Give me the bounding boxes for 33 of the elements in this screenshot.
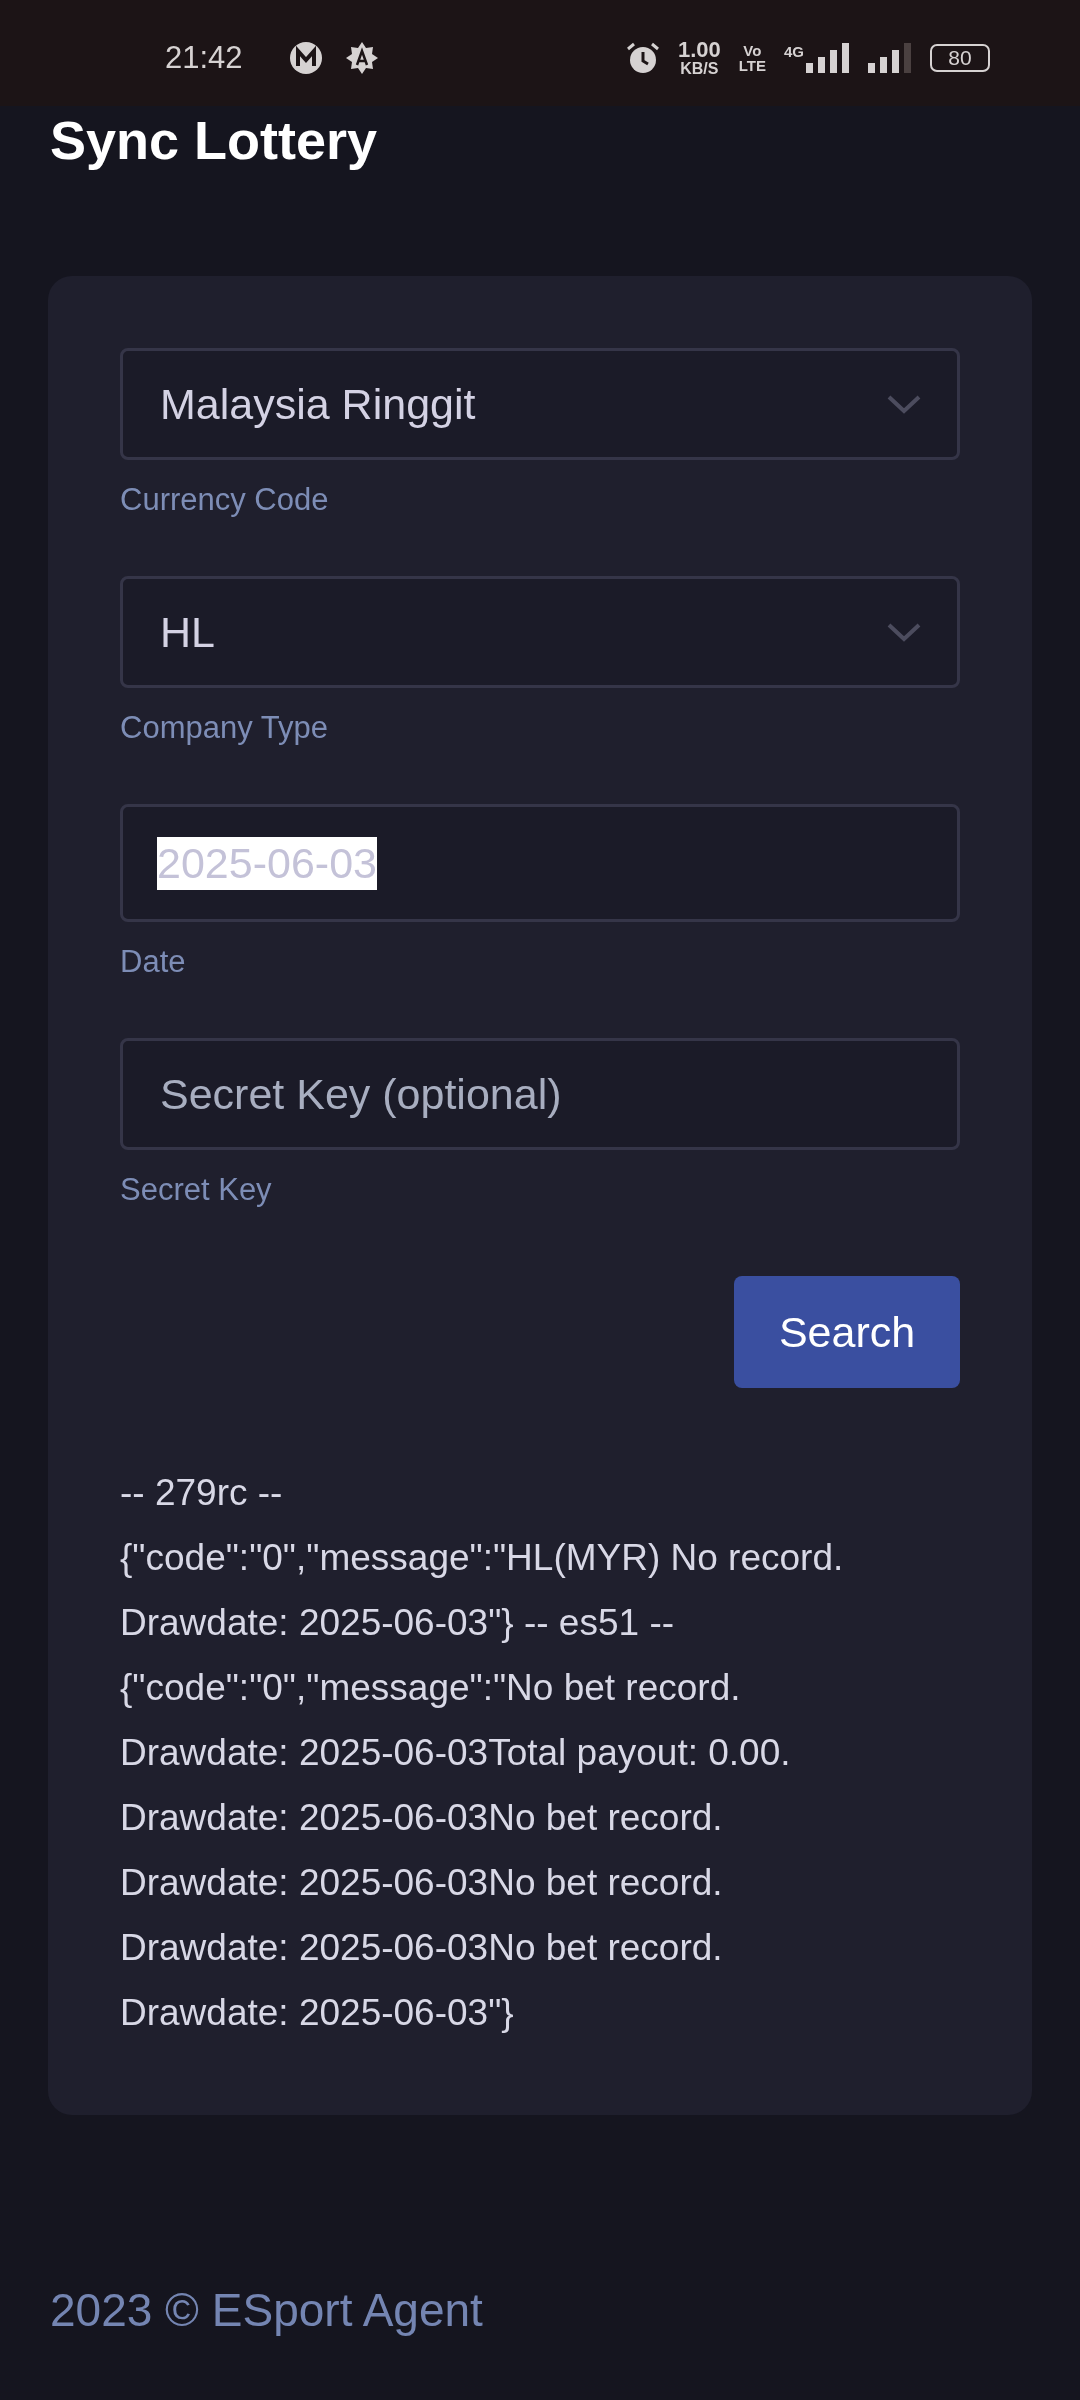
- net-speed: 1.00: [677, 39, 721, 61]
- result-text: {"code":"0","message":"No bet record.: [120, 1666, 741, 1710]
- signal-icon: [806, 43, 850, 73]
- footer-text: 2023 © ESport Agent: [50, 2283, 484, 2337]
- battery-level: 80: [948, 46, 972, 70]
- alarm-icon: [625, 41, 660, 75]
- network-type: 4G: [784, 43, 804, 60]
- dropdown[interactable]: HL: [120, 576, 960, 688]
- m-logo-icon: [288, 41, 323, 75]
- chevron-down-icon: [887, 622, 921, 642]
- result-text: -- 279rc --: [120, 1471, 283, 1515]
- field-label: Company Type: [120, 710, 329, 746]
- result-text: Drawdate: 2025-06-03No bet record.: [120, 1926, 723, 1970]
- field-label: Secret Key: [120, 1172, 273, 1208]
- dropdown[interactable]: Malaysia Ringgit: [120, 348, 960, 460]
- chevron-down-icon: [887, 394, 921, 414]
- volte-label: Vo: [743, 43, 762, 58]
- page-title: Sync Lottery: [50, 109, 379, 172]
- result-text: Drawdate: 2025-06-03"}: [120, 1991, 514, 2035]
- secret-key-field[interactable]: Secret Key (optional): [120, 1038, 960, 1150]
- result-text: Drawdate: 2025-06-03No bet record.: [120, 1861, 723, 1905]
- result-text: Drawdate: 2025-06-03"} -- es51 --: [120, 1601, 675, 1645]
- search-button[interactable]: Search: [734, 1276, 960, 1388]
- brightness-icon: [344, 41, 379, 75]
- net-speed-unit: KB/S: [680, 61, 719, 77]
- volte-label: LTE: [738, 58, 766, 73]
- result-text: {"code":"0","message":"HL(MYR) No record.: [120, 1536, 844, 1580]
- field-label: Date: [120, 944, 187, 980]
- result-text: Drawdate: 2025-06-03No bet record.: [120, 1796, 723, 1840]
- field-label: Currency Code: [120, 482, 330, 518]
- signal-icon: [868, 43, 912, 73]
- clock-time: 21:42: [165, 40, 243, 76]
- result-text: Drawdate: 2025-06-03Total payout: 0.00.: [120, 1731, 791, 1775]
